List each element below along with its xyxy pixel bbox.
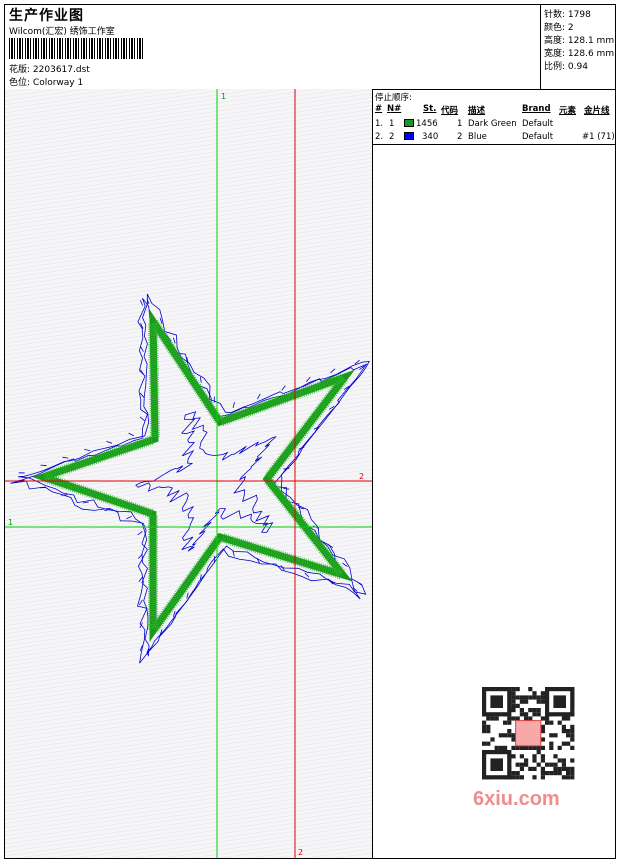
guide-label-green-top: 1 [221, 92, 226, 101]
design-file-value: 2203617.dst [32, 65, 90, 75]
row2-sequin: #1 (71) [582, 132, 615, 142]
row2-needle: 2 [389, 132, 395, 142]
row2-description: Blue [468, 132, 487, 142]
row2-brand: Default [522, 132, 554, 142]
guide-label-red-right: 2 [359, 472, 364, 481]
col-header-needle: N# [387, 104, 402, 114]
col-header-description: 描述 [468, 106, 486, 116]
col-header-brand: Brand [522, 104, 551, 114]
col-header-sequin: 金片线 [584, 106, 610, 116]
col-header-element: 元素 [559, 106, 577, 116]
row1-index: 1. [375, 119, 384, 129]
stats-panel: 针数: 1798 颜色: 2 高度: 128.1 mm 宽度: 128.6 mm… [540, 5, 616, 89]
col-header-stitches: St. [423, 104, 437, 114]
col-header-index: # [375, 104, 383, 114]
watermark: 6xiu.com [473, 788, 560, 810]
stat-scale: 比例: 0.94 [544, 62, 588, 72]
table-divider [373, 144, 615, 145]
guide-label-red-bottom: 2 [298, 848, 303, 857]
design-preview: 1 1 2 2 [5, 89, 373, 858]
row1-stitches: 1456 [416, 119, 438, 129]
blue-running-stitch [10, 293, 370, 664]
stat-stitches: 针数: 1798 [544, 10, 591, 20]
design-file-row: 花版: 2203617.dst [9, 62, 90, 75]
colorway-row: 色位: Colorway 1 [9, 75, 83, 88]
stop-sequence-title: 停止顺序: [375, 93, 412, 103]
stat-colors: 颜色: 2 [544, 23, 574, 33]
stat-height: 高度: 128.1 mm [544, 36, 615, 46]
guide-label-green-left: 1 [8, 518, 13, 527]
row1-color-swatch [404, 119, 414, 127]
embroidery-canvas: 1 1 2 2 [5, 89, 372, 858]
row2-index: 2. [375, 132, 384, 142]
row1-description: Dark Green [468, 119, 517, 129]
studio-name: Wilcom(汇宏) 绣饰工作室 [9, 27, 115, 37]
row2-color-swatch [404, 132, 414, 140]
row1-needle: 1 [389, 119, 395, 129]
qr-code [470, 683, 578, 783]
row1-code: 1 [457, 119, 463, 129]
page-title: 生产作业图 [9, 8, 84, 24]
row2-code: 2 [457, 132, 463, 142]
colorway-label: 色位: [9, 78, 31, 88]
colorway-value: Colorway 1 [32, 78, 84, 88]
barcode [9, 38, 143, 59]
row1-brand: Default [522, 119, 554, 129]
row2-stitches: 340 [422, 132, 439, 142]
col-header-code: 代码 [441, 106, 459, 116]
stat-width: 宽度: 128.6 mm [544, 49, 615, 59]
design-file-label: 花版: [9, 65, 31, 75]
green-satin-star [32, 309, 356, 642]
header: 生产作业图 Wilcom(汇宏) 绣饰工作室 花版: 2203617.dst 色… [5, 5, 615, 90]
